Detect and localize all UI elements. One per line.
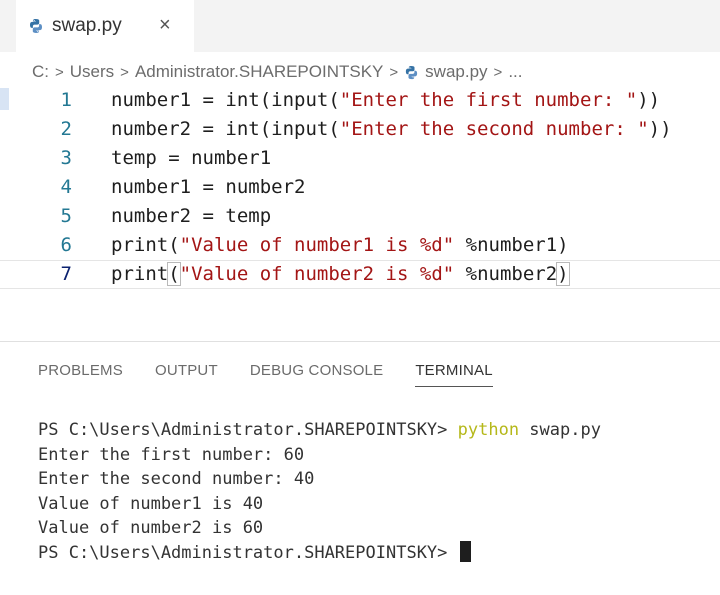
terminal-output-line: Value of number2 is 60 xyxy=(38,518,264,538)
code-token: )) xyxy=(637,89,661,111)
tab-terminal[interactable]: TERMINAL xyxy=(415,360,493,387)
code-token: %number1) xyxy=(454,234,569,256)
code-line: 2 number2 = int(input("Enter the second n… xyxy=(0,115,720,144)
matched-bracket: ) xyxy=(556,262,570,286)
breadcrumb-item-user-folder[interactable]: Administrator.SHAREPOINTSKY xyxy=(135,62,383,82)
tab-filename: swap.py xyxy=(52,15,122,36)
code-line: 3 temp = number1 xyxy=(0,144,720,173)
code-token: print xyxy=(111,263,169,285)
line-number: 2 xyxy=(60,118,72,140)
chevron-right-icon: > xyxy=(389,63,399,81)
breadcrumb-item-file[interactable]: swap.py xyxy=(425,62,487,82)
code-line: 4 number1 = number2 xyxy=(0,173,720,202)
chevron-right-icon: > xyxy=(55,63,64,81)
tab-output[interactable]: OUTPUT xyxy=(155,360,218,386)
code-line: 6 print("Value of number1 is %d" %number1… xyxy=(0,231,720,260)
code-token: number1 = int(input( xyxy=(111,89,340,111)
line-number: 5 xyxy=(60,205,72,227)
chevron-right-icon: > xyxy=(120,63,129,81)
python-icon xyxy=(406,65,418,79)
terminal-command-args: swap.py xyxy=(519,420,601,440)
line-number: 7 xyxy=(60,263,72,285)
code-line: 7 print("Value of number2 is %d" %number2… xyxy=(0,260,720,289)
chevron-right-icon: > xyxy=(493,63,503,81)
breadcrumb: C: > Users > Administrator.SHAREPOINTSKY… xyxy=(32,60,522,84)
terminal-prompt: PS C:\Users\Administrator.SHAREPOINTSKY> xyxy=(38,420,458,440)
terminal-prompt: PS C:\Users\Administrator.SHAREPOINTSKY> xyxy=(38,542,458,563)
code-text: number1 = int(input("Enter the first num… xyxy=(111,86,660,115)
line-number: 3 xyxy=(60,147,72,169)
matched-bracket: ( xyxy=(167,262,181,286)
code-token: %number2 xyxy=(454,263,558,285)
code-text: number2 = temp xyxy=(111,202,271,231)
code-line: 1 number1 = int(input("Enter the first nu… xyxy=(0,86,720,115)
terminal[interactable]: PS C:\Users\Administrator.SHAREPOINTSKY>… xyxy=(38,418,601,565)
terminal-prompt-line: PS C:\Users\Administrator.SHAREPOINTSKY> xyxy=(38,540,601,566)
string-literal: "Enter the second number: " xyxy=(339,118,649,140)
python-icon xyxy=(30,19,42,33)
terminal-command-line: PS C:\Users\Administrator.SHAREPOINTSKY>… xyxy=(38,418,601,443)
editor-tab-swap-py[interactable]: swap.py × xyxy=(16,0,194,52)
breadcrumb-item-symbols[interactable]: ... xyxy=(508,62,522,82)
code-line: 5 number2 = temp xyxy=(0,202,720,231)
terminal-output-line: Value of number1 is 40 xyxy=(38,493,264,514)
string-literal: "Enter the first number: " xyxy=(339,89,638,111)
tab-debug-console[interactable]: DEBUG CONSOLE xyxy=(250,360,383,386)
tab-problems[interactable]: PROBLEMS xyxy=(38,360,123,386)
terminal-output-line: Enter the second number: 40 xyxy=(38,469,315,489)
code-token: number2 = temp xyxy=(111,205,272,227)
line-number: 4 xyxy=(60,176,72,198)
code-editor[interactable]: 1 number1 = int(input("Enter the first nu… xyxy=(0,86,720,289)
string-literal: "Value of number2 is %d" xyxy=(179,263,455,285)
panel-tabs: PROBLEMS OUTPUT DEBUG CONSOLE TERMINAL xyxy=(38,360,525,387)
editor-tab-bar: swap.py × xyxy=(0,0,720,52)
code-token: print( xyxy=(111,234,180,256)
code-token: number2 = int(input( xyxy=(111,118,340,140)
code-token: number1 = number2 xyxy=(111,176,306,198)
code-text: temp = number1 xyxy=(111,144,271,173)
breadcrumb-item-drive[interactable]: C: xyxy=(32,62,49,82)
breadcrumb-item-users[interactable]: Users xyxy=(70,62,114,82)
code-text: number1 = number2 xyxy=(111,173,305,202)
code-text: print("Value of number1 is %d" %number1) xyxy=(111,231,569,260)
terminal-output-line: Enter the first number: 60 xyxy=(38,444,305,465)
code-text: print("Value of number2 is %d" %number2) xyxy=(111,261,570,288)
close-icon[interactable]: × xyxy=(159,13,171,37)
panel-divider[interactable] xyxy=(0,341,720,342)
line-number: 1 xyxy=(60,89,72,111)
terminal-cursor xyxy=(459,540,471,562)
terminal-command: python xyxy=(457,420,520,440)
code-token: temp = number1 xyxy=(111,147,272,169)
string-literal: "Value of number1 is %d" xyxy=(179,234,455,256)
code-text: number2 = int(input("Enter the second nu… xyxy=(111,115,672,144)
line-number: 6 xyxy=(60,234,72,256)
code-token: )) xyxy=(648,118,672,140)
